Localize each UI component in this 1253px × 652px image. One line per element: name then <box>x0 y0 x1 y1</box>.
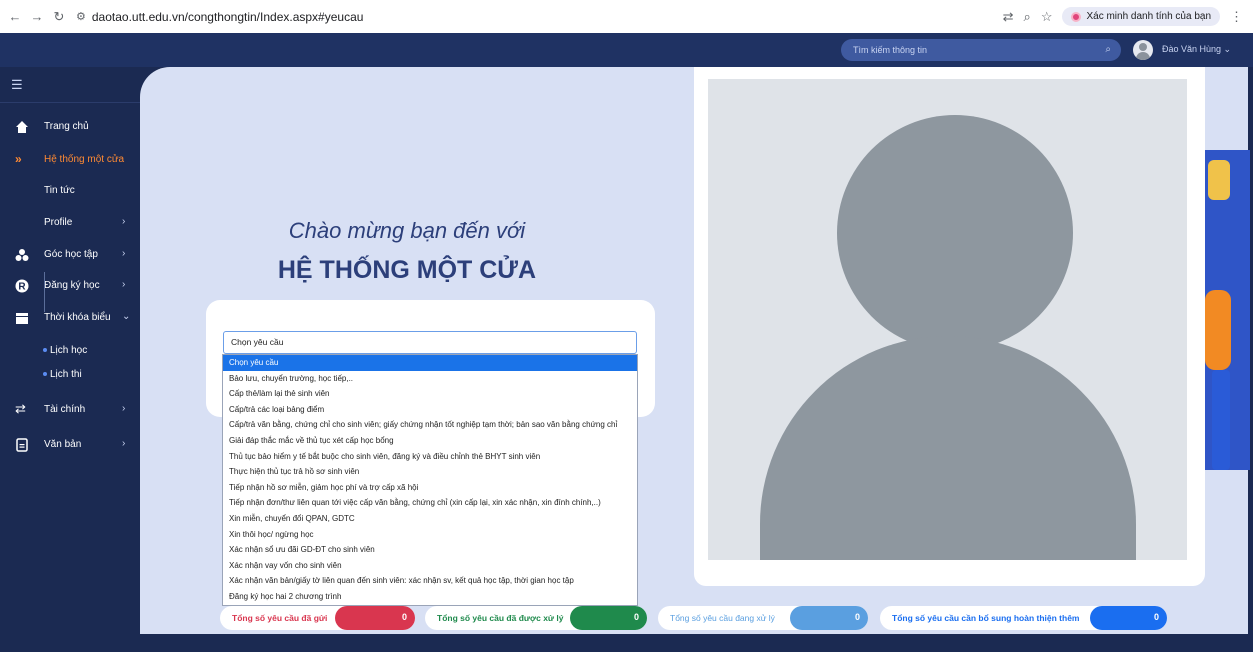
transfer-arrows-icon: ⇄ <box>15 401 26 416</box>
stat-label: Tổng số yêu cầu đã gửi <box>232 613 328 623</box>
sidebar-item-label: Tài chính <box>44 404 86 415</box>
avatar-placeholder-head <box>837 115 1073 351</box>
double-chevron-right-icon: » <box>15 152 22 166</box>
sidebar-item-label: Hệ thống một cửa <box>44 154 125 165</box>
submenu-line <box>44 272 45 312</box>
chevron-right-icon: › <box>122 279 126 290</box>
stat-value: 0 <box>854 612 860 622</box>
stat-value: 0 <box>633 612 639 622</box>
dropdown-option[interactable]: Giải đáp thắc mắc về thủ tục xét cấp học… <box>223 433 637 449</box>
sidebar-item-label: Trang chủ <box>44 121 89 132</box>
sidebar-divider <box>0 102 140 103</box>
illustration-person-leg <box>1212 370 1230 470</box>
sidebar-item-study-corner[interactable]: Góc học tập › <box>0 244 140 266</box>
stat-label: Tổng số yêu cầu đã được xử lý <box>437 613 564 623</box>
dropdown-option[interactable]: Xin thôi học/ ngừng học <box>223 527 637 543</box>
menu-toggle-icon[interactable]: ☰ <box>11 77 23 93</box>
dropdown-option[interactable]: Chọn yêu cầu <box>223 355 637 371</box>
illustration-person-body <box>1205 290 1231 370</box>
dropdown-option[interactable]: Thực hiện thủ tục trả hồ sơ sinh viên <box>223 464 637 480</box>
identity-verify-label: Xác minh danh tính của bạn <box>1086 11 1211 22</box>
chevron-right-icon: › <box>122 403 126 414</box>
dropdown-option[interactable]: Bảo lưu, chuyển trường, học tiếp,.. <box>223 371 637 387</box>
dropdown-option[interactable]: Tiếp nhận đơn/thư liên quan tới việc cấp… <box>223 495 637 511</box>
chevron-right-icon: › <box>122 438 126 449</box>
stat-value: 0 <box>1153 612 1159 622</box>
submenu-dot <box>43 348 47 352</box>
chevron-right-icon: › <box>122 216 126 227</box>
dropdown-option[interactable]: Cấp/trả văn bằng, chứng chỉ cho sinh viê… <box>223 417 637 433</box>
dropdown-option[interactable]: Cấp thẻ/làm lại thẻ sinh viên <box>223 386 637 402</box>
search-placeholder: Tìm kiếm thông tin <box>853 45 928 55</box>
chevron-right-icon: › <box>122 248 126 259</box>
chevron-down-icon: ⌄ <box>122 311 131 322</box>
page-title: HỆ THỐNG MỘT CỬA <box>277 256 537 284</box>
welcome-text: Chào mừng bạn đến với <box>288 218 526 243</box>
dropdown-option[interactable]: Cấp/trả các loại bảng điểm <box>223 402 637 418</box>
user-menu[interactable]: Đào Văn Hùng ⌄ <box>1162 44 1231 55</box>
url-text: daotao.utt.edu.vn/congthongtin/Index.asp… <box>91 9 364 24</box>
r-circle-icon: R <box>15 279 29 293</box>
calendar-icon <box>16 313 28 324</box>
sidebar-item-registration[interactable]: R Đăng ký học › <box>0 275 140 297</box>
search-icon[interactable]: ⌕ <box>1105 39 1111 61</box>
dropdown-option[interactable]: Xác nhận sổ ưu đãi GD-ĐT cho sinh viên <box>223 542 637 558</box>
sidebar-item-home[interactable]: Trang chủ <box>0 116 140 138</box>
sidebar-item-timetable[interactable]: Thời khóa biểu ⌄ <box>0 307 140 329</box>
stat-label: Tổng số yêu cầu cần bổ sung hoàn thiện t… <box>892 613 1080 623</box>
sidebar-item-profile[interactable]: Profile › <box>0 212 140 234</box>
dropdown-option[interactable]: Xác nhận vay vốn cho sinh viên <box>223 558 637 574</box>
dropdown-option[interactable]: Tiếp nhận hồ sơ miễn, giảm học phí và tr… <box>223 480 637 496</box>
document-icon <box>16 438 28 452</box>
identity-icon <box>1071 11 1082 22</box>
user-name: Đào Văn Hùng <box>1162 44 1222 54</box>
svg-text:R: R <box>18 282 26 293</box>
forward-arrow-icon[interactable]: → <box>26 9 48 24</box>
sidebar-item-label: Thời khóa biểu <box>44 312 111 323</box>
back-arrow-icon[interactable]: ← <box>4 9 26 24</box>
stat-processing[interactable]: Tổng số yêu cầu đang xử lý 0 <box>658 606 868 630</box>
dropdown-option[interactable]: Thủ tục bảo hiểm y tế bắt buộc cho sinh … <box>223 449 637 465</box>
stat-processed[interactable]: Tổng số yêu cầu đã được xử lý 0 <box>425 606 647 630</box>
sidebar-item-label: Đăng ký học <box>44 280 100 291</box>
stat-label: Tổng số yêu cầu đang xử lý <box>670 613 775 623</box>
bookmark-star-icon[interactable]: ☆ <box>1041 9 1053 25</box>
sidebar-item-news[interactable]: Tin tức <box>0 180 140 202</box>
dropdown-option[interactable]: Xác nhận văn bản/giấy tờ liên quan đến s… <box>223 573 637 589</box>
sidebar-item-documents[interactable]: Văn bản › <box>0 434 140 456</box>
sidebar-subitem-exam-schedule[interactable]: Lịch thi <box>50 369 82 380</box>
sidebar-item-label: Góc học tập <box>44 249 98 260</box>
sidebar-item-label: Văn bản <box>44 439 82 450</box>
zoom-icon[interactable]: ⌕ <box>1024 9 1031 25</box>
submenu-dot <box>43 372 47 376</box>
request-select[interactable]: Chọn yêu cầu <box>223 331 637 354</box>
sidebar-item-label: Profile <box>44 217 73 228</box>
avatar[interactable] <box>1133 40 1153 60</box>
browser-toolbar: ← → ↻ ⚙ daotao.utt.edu.vn/congthongtin/I… <box>0 0 1253 33</box>
more-menu-icon[interactable]: ⋮ <box>1230 9 1243 25</box>
translate-icon[interactable]: ⇄ <box>1003 9 1014 25</box>
search-input[interactable]: Tìm kiếm thông tin ⌕ <box>841 39 1121 61</box>
browser-actions: ⇄ ⌕ ☆ Xác minh danh tính của bạn ⋮ <box>1003 0 1243 33</box>
sidebar-item-one-stop[interactable]: » Hệ thống một cửa <box>0 149 140 171</box>
illustration-person-hair <box>1208 160 1230 200</box>
request-dropdown-list: Chọn yêu cầu Bảo lưu, chuyển trường, học… <box>222 354 638 606</box>
group-icon <box>15 249 29 261</box>
sidebar-item-finance[interactable]: ⇄ Tài chính › <box>0 399 140 421</box>
reload-icon[interactable]: ↻ <box>48 9 70 25</box>
stat-value: 0 <box>401 612 407 622</box>
dropdown-option[interactable]: Đăng ký học hai 2 chương trình <box>223 589 637 605</box>
sidebar-item-label: Tin tức <box>44 185 75 196</box>
dropdown-option[interactable]: Xin miễn, chuyển đổi QPAN, GDTC <box>223 511 637 527</box>
sidebar-subitem-class-schedule[interactable]: Lịch học <box>50 345 87 356</box>
site-settings-icon[interactable]: ⚙ <box>76 10 86 23</box>
address-bar[interactable]: ⚙ daotao.utt.edu.vn/congthongtin/Index.a… <box>76 10 363 24</box>
stat-needs-supplement[interactable]: Tổng số yêu cầu cần bổ sung hoàn thiện t… <box>880 606 1167 630</box>
home-icon <box>16 121 28 133</box>
stat-sent[interactable]: Tổng số yêu cầu đã gửi 0 <box>220 606 415 630</box>
identity-verify-button[interactable]: Xác minh danh tính của bạn <box>1062 7 1220 26</box>
